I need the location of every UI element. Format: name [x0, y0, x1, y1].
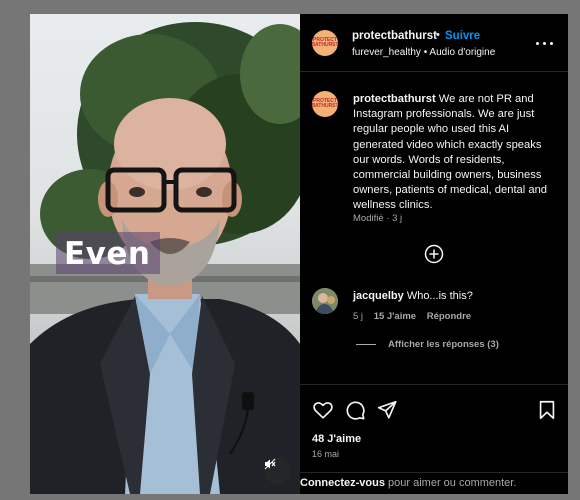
- caption-meta: Modifié · 3 j: [353, 213, 403, 224]
- post-panel: PROTECT BATHURST protectbathurst • Suivr…: [300, 14, 568, 494]
- post-modal: Even PROTECT BATHURST protectbathurst • …: [30, 14, 568, 494]
- comment-meta: 5 j 15 J'aime Répondre: [353, 311, 479, 322]
- speaker-muted-icon: [264, 458, 276, 470]
- dot-icon: [543, 42, 546, 45]
- avatar-logo-text: PROTECT BATHURST: [312, 98, 338, 109]
- heart-icon[interactable]: [312, 399, 334, 421]
- caption-text: We are not PR and Instagram professional…: [353, 93, 548, 212]
- commenter-username[interactable]: jacquelby: [353, 290, 404, 302]
- reply-button[interactable]: Répondre: [427, 311, 471, 322]
- author-username[interactable]: protectbathurst: [352, 30, 437, 42]
- video-player[interactable]: Even: [30, 14, 300, 494]
- divider-line: [356, 344, 376, 345]
- caption-username[interactable]: protectbathurst: [353, 93, 436, 105]
- author-avatar[interactable]: PROTECT BATHURST: [312, 30, 338, 56]
- comment-text-line: jacquelby Who...is this?: [353, 290, 473, 302]
- load-more-comments-icon[interactable]: [424, 244, 444, 264]
- view-replies-label: Afficher les réponses (3): [388, 339, 499, 350]
- likes-count[interactable]: 48 J'aime: [312, 433, 361, 445]
- avatar-logo-text: PROTECT BATHURST: [312, 37, 338, 48]
- header-separator: •: [436, 29, 440, 41]
- post-date: 16 mai: [312, 449, 340, 459]
- more-options-button[interactable]: [536, 38, 554, 50]
- post-header: PROTECT BATHURST protectbathurst • Suivr…: [300, 14, 568, 72]
- comment-age: 5 j: [353, 311, 364, 322]
- video-caption: Even: [56, 232, 161, 274]
- share-icon[interactable]: [376, 399, 398, 421]
- follow-button[interactable]: Suivre: [445, 30, 480, 42]
- login-prompt-text: pour aimer ou commenter.: [384, 477, 517, 489]
- mute-button[interactable]: [264, 458, 290, 484]
- view-replies-button[interactable]: Afficher les réponses (3): [356, 339, 499, 350]
- bookmark-icon[interactable]: [536, 399, 558, 421]
- comment-text: Who...is this?: [406, 290, 473, 302]
- caption-author-avatar[interactable]: PROTECT BATHURST: [312, 91, 338, 117]
- login-link[interactable]: Connectez-vous: [300, 477, 385, 489]
- dot-icon: [550, 42, 553, 45]
- audio-subtitle[interactable]: furever_healthy • Audio d'origine: [352, 47, 495, 58]
- post-caption: protectbathurst We are not PR and Instag…: [353, 92, 558, 214]
- commenter-avatar[interactable]: [312, 288, 338, 314]
- comment-icon[interactable]: [344, 399, 366, 421]
- login-prompt: Connectez-vous pour aimer ou commenter.: [300, 472, 568, 489]
- comment-likes[interactable]: 15 J'aime: [374, 311, 416, 322]
- commenter-photo: [312, 288, 338, 314]
- dot-icon: [536, 42, 539, 45]
